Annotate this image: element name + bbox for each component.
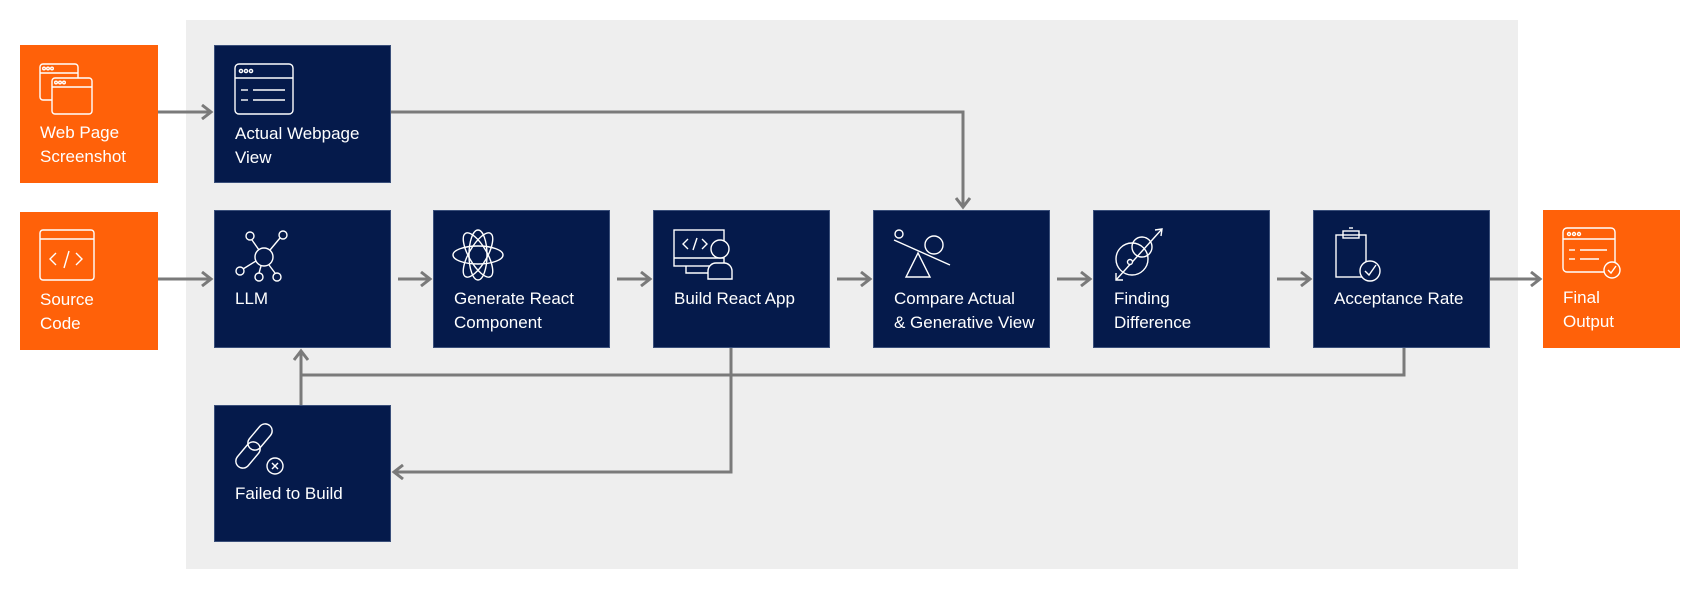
input-label: Web Page Screenshot (40, 123, 126, 166)
browser-windows-icon (39, 63, 93, 115)
step-compare-views: Compare Actual & Generative View (873, 210, 1050, 348)
arrow-build-to-failed (394, 348, 733, 472)
webpage-check-icon (1562, 227, 1621, 279)
broken-link-icon (235, 423, 284, 475)
network-nodes-icon (235, 230, 288, 282)
web-page-screenshot-input: Web Page Screenshot (20, 45, 158, 183)
output-label: Final Output (1563, 288, 1615, 331)
clipboard-check-icon (1335, 227, 1381, 282)
step-llm: LLM (214, 210, 391, 348)
input-label: Source Code (40, 290, 94, 333)
monitor-user-code-icon (673, 229, 733, 280)
arrow-acceptance-feedback-to-llm (301, 348, 1406, 377)
source-code-input: Source Code (20, 212, 158, 350)
step-label: Finding Difference (1114, 289, 1192, 332)
step-label: Compare Actual & Generative View (894, 289, 1035, 332)
webpage-icon (234, 63, 294, 115)
step-label: Actual Webpage View (235, 124, 360, 167)
final-output: Final Output (1543, 210, 1680, 348)
step-label: Acceptance Rate (1334, 289, 1464, 308)
balance-scale-icon (893, 229, 951, 278)
step-failed-to-build: Failed to Build (214, 405, 391, 542)
step-acceptance-rate: Acceptance Rate (1313, 210, 1490, 348)
step-label: LLM (235, 289, 269, 308)
overlapping-circles-icon (1115, 228, 1163, 281)
react-atom-icon (452, 229, 504, 281)
arrow-actual-view-to-compare (391, 110, 963, 207)
step-actual-webpage-view: Actual Webpage View (214, 45, 391, 183)
step-label: Generate React Component (454, 289, 575, 332)
step-generate-react-component: Generate React Component (433, 210, 610, 348)
step-build-react-app: Build React App (653, 210, 830, 348)
code-window-icon (39, 229, 95, 281)
step-label: Build React App (674, 289, 795, 308)
step-label: Failed to Build (235, 484, 343, 503)
step-finding-difference: Finding Difference (1093, 210, 1270, 348)
